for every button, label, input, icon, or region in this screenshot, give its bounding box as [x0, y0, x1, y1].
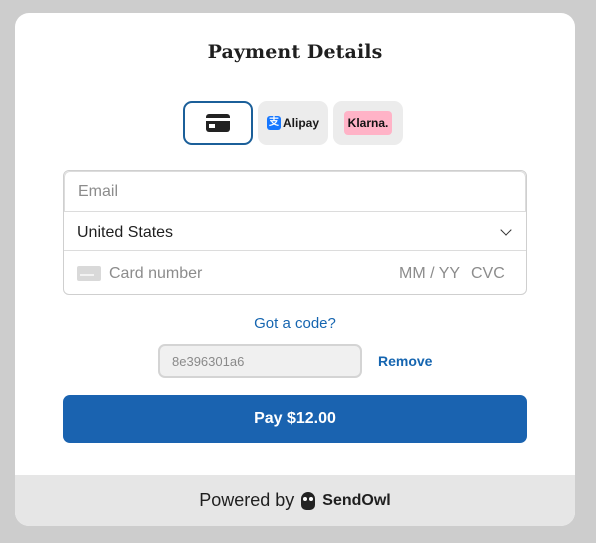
card-cvc-input[interactable]: CVC — [471, 265, 505, 283]
email-placeholder: Email — [78, 183, 119, 200]
sendowl-brand: SendOwl — [322, 491, 391, 509]
klarna-logo: Klarna. — [343, 111, 393, 135]
coupon-code-input[interactable]: 8e396301a6 — [158, 344, 362, 378]
card-details-field[interactable]: Card number MM / YY CVC — [64, 251, 526, 295]
payment-card: Payment Details 支 Alipay Klarna. Email U… — [15, 13, 575, 526]
payment-method-alipay-button[interactable]: 支 Alipay — [258, 101, 328, 145]
payment-method-card-button[interactable] — [183, 101, 253, 145]
credit-card-icon — [206, 114, 230, 132]
chevron-down-icon — [500, 224, 512, 236]
remove-coupon-link[interactable]: Remove — [378, 353, 432, 369]
sendowl-owl-icon — [301, 491, 316, 510]
powered-by-text: Powered by — [199, 490, 295, 510]
got-a-code-link[interactable]: Got a code? — [15, 315, 575, 332]
payment-method-klarna-button[interactable]: Klarna. — [333, 101, 403, 145]
payment-fields: Email United States Card number MM / YY … — [63, 170, 527, 295]
pay-button[interactable]: Pay $12.00 — [63, 395, 527, 443]
alipay-label: Alipay — [282, 116, 319, 130]
footer: Powered by SendOwl — [15, 475, 575, 526]
alipay-logo: 支 Alipay — [266, 116, 319, 130]
card-number-input[interactable]: Card number — [109, 265, 202, 283]
card-expiry-input[interactable]: MM / YY — [399, 265, 460, 283]
email-field[interactable]: Email — [64, 171, 526, 212]
card-brand-icon — [77, 266, 101, 281]
page-title: Payment Details — [207, 41, 383, 63]
country-value: United States — [77, 224, 174, 241]
country-select[interactable]: United States — [64, 212, 526, 251]
alipay-logo-icon: 支 — [266, 116, 281, 130]
